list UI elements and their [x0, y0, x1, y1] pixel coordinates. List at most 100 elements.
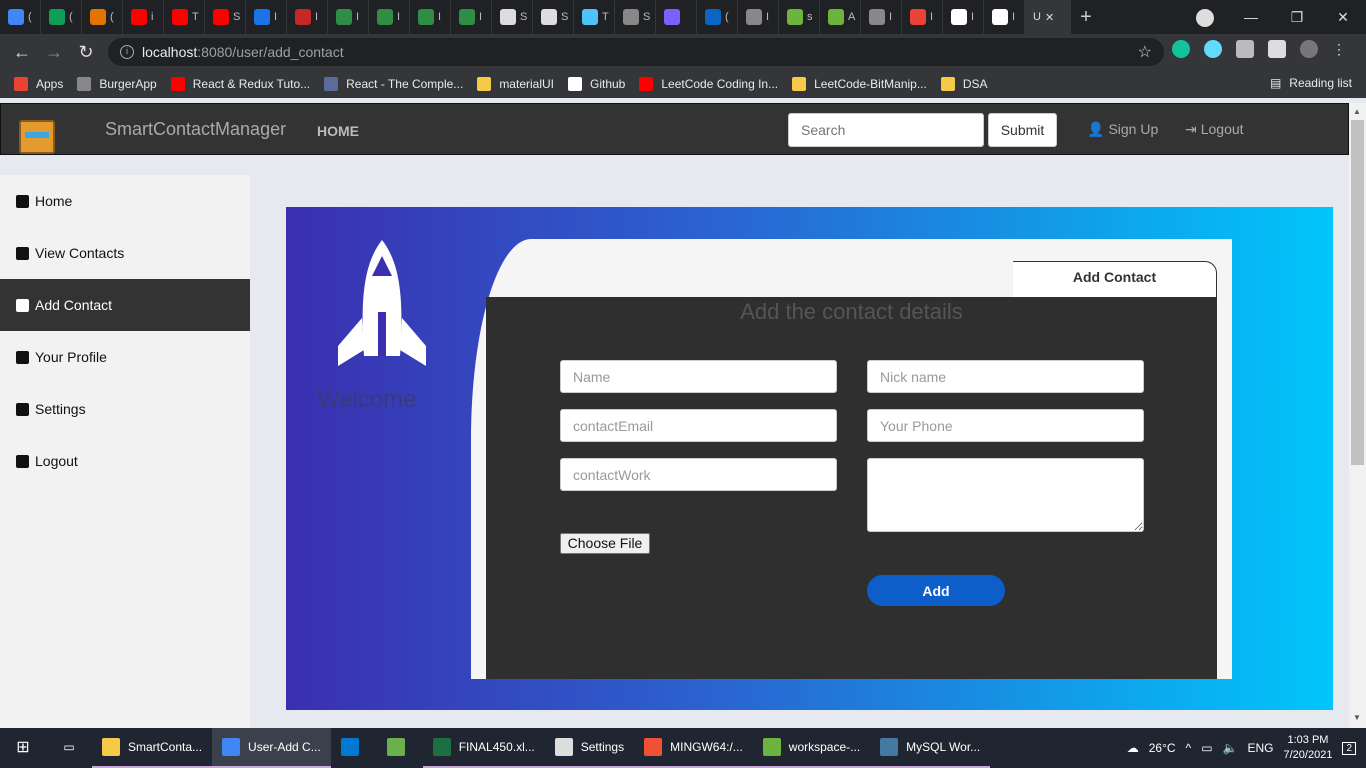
browser-tab[interactable]: i	[123, 0, 164, 34]
submit-button[interactable]: Submit	[988, 113, 1057, 147]
browser-tab-active[interactable]: U ✕	[1025, 0, 1071, 34]
sidebar-item-your-profile[interactable]: Your Profile	[0, 331, 250, 383]
language[interactable]: ENG	[1247, 741, 1273, 755]
browser-tab[interactable]: S	[205, 0, 246, 34]
bookmark-item[interactable]: Apps	[14, 77, 63, 91]
extension-page-icon[interactable]	[1236, 40, 1254, 58]
email-field[interactable]	[560, 409, 837, 442]
browser-tab[interactable]: I	[328, 0, 369, 34]
bookmark-item[interactable]: Github	[568, 77, 625, 91]
notifications-icon[interactable]: 2	[1342, 741, 1356, 755]
signup-link[interactable]: 👤 Sign Up	[1087, 121, 1158, 138]
browser-tab[interactable]: I	[287, 0, 328, 34]
browser-tab[interactable]: T	[164, 0, 205, 34]
browser-tab[interactable]: (	[0, 0, 41, 34]
sidebar-item-add-contact[interactable]: Add Contact	[0, 279, 250, 331]
chevron-up-icon[interactable]: ^	[1186, 741, 1192, 755]
taskbar-item[interactable]: SmartConta...	[92, 728, 213, 768]
grammarly-icon[interactable]	[1172, 40, 1190, 58]
profile-avatar[interactable]	[1300, 40, 1318, 58]
close-window-icon[interactable]: ✕	[1320, 9, 1366, 26]
scroll-down-icon[interactable]: ▼	[1353, 713, 1361, 722]
taskbar-item[interactable]	[331, 728, 377, 768]
taskbar-item[interactable]: MINGW64:/...	[634, 728, 753, 768]
taskbar-item[interactable]: FINAL450.xl...	[422, 728, 545, 768]
url-input[interactable]: i localhost:8080/user/add_contact ☆	[108, 38, 1164, 66]
add-contact-tab[interactable]: Add Contact	[1013, 261, 1217, 297]
reading-list[interactable]: ▤ Reading list	[1270, 76, 1352, 90]
browser-tab[interactable]: I	[738, 0, 779, 34]
bookmark-item[interactable]: React - The Comple...	[324, 77, 463, 91]
browser-tab[interactable]	[656, 0, 697, 34]
tab-search-icon[interactable]	[1196, 9, 1214, 27]
browser-tab[interactable]: I	[943, 0, 984, 34]
taskbar-item[interactable]: workspace-...	[752, 728, 871, 768]
taskbar-item[interactable]	[377, 728, 423, 768]
browser-tab[interactable]: (	[82, 0, 123, 34]
search-input[interactable]	[788, 113, 984, 147]
site-info-icon[interactable]: i	[120, 45, 134, 59]
nickname-field[interactable]	[867, 360, 1144, 393]
browser-tab[interactable]: I	[984, 0, 1025, 34]
task-view-button[interactable]: ▭	[46, 728, 92, 768]
restore-icon[interactable]: ❐	[1274, 9, 1320, 26]
minimize-icon[interactable]: —	[1228, 9, 1274, 25]
logout-link[interactable]: ⇥ Logout	[1185, 121, 1244, 138]
close-tab-icon[interactable]: ✕	[1045, 11, 1054, 24]
browser-tab[interactable]: (	[697, 0, 738, 34]
react-devtools-icon[interactable]	[1204, 40, 1222, 58]
bookmark-item[interactable]: LeetCode Coding In...	[639, 77, 778, 91]
browser-tab[interactable]: I	[246, 0, 287, 34]
sidebar-item-settings[interactable]: Settings	[0, 383, 250, 435]
scroll-thumb[interactable]	[1351, 120, 1364, 465]
taskbar-item[interactable]: User-Add C...	[212, 728, 331, 768]
sidebar-item-home[interactable]: Home	[0, 175, 250, 227]
temperature[interactable]: 26°C	[1149, 741, 1176, 755]
scroll-up-icon[interactable]: ▲	[1353, 107, 1361, 116]
clock[interactable]: 1:03 PM 7/20/2021	[1284, 733, 1333, 763]
weather-icon[interactable]: ☁	[1127, 741, 1139, 755]
network-icon[interactable]: ▭	[1201, 741, 1212, 755]
work-field[interactable]	[560, 458, 837, 491]
volume-icon[interactable]: 🔈	[1223, 741, 1238, 755]
puzzle-icon[interactable]	[1268, 40, 1286, 58]
app-logo[interactable]	[19, 120, 55, 154]
description-textarea[interactable]	[867, 458, 1144, 532]
phone-field[interactable]	[867, 409, 1144, 442]
sidebar-item-logout[interactable]: Logout	[0, 435, 250, 487]
browser-tab[interactable]: S	[492, 0, 533, 34]
choose-file-button[interactable]: Choose File	[560, 533, 650, 554]
browser-tab[interactable]: I	[451, 0, 492, 34]
browser-tab[interactable]: I	[410, 0, 451, 34]
reload-icon[interactable]: ↻	[70, 42, 102, 63]
bookmark-item[interactable]: DSA	[940, 77, 988, 91]
browser-tab[interactable]: S	[533, 0, 574, 34]
reading-list-label: Reading list	[1289, 76, 1352, 90]
browser-tab[interactable]: (	[41, 0, 82, 34]
bookmark-item[interactable]: React & Redux Tuto...	[170, 77, 310, 91]
page-scrollbar[interactable]: ▲ ▼	[1349, 103, 1366, 728]
browser-tab[interactable]: I	[902, 0, 943, 34]
browser-tab[interactable]: I	[861, 0, 902, 34]
back-icon[interactable]: ←	[6, 42, 38, 63]
bookmark-item[interactable]: BurgerApp	[77, 77, 157, 91]
browser-tab[interactable]: s	[779, 0, 820, 34]
nav-home-link[interactable]: HOME	[317, 123, 359, 139]
name-field[interactable]	[560, 360, 837, 393]
bookmark-item[interactable]: LeetCode-BitManip...	[792, 77, 927, 91]
browser-tab[interactable]: S	[615, 0, 656, 34]
browser-tab[interactable]: I	[369, 0, 410, 34]
forward-icon[interactable]: →	[38, 42, 70, 63]
browser-tab[interactable]: A	[820, 0, 861, 34]
taskbar-item[interactable]: Settings	[544, 728, 635, 768]
taskbar-item[interactable]: MySQL Wor...	[870, 728, 991, 768]
browser-tab[interactable]: T	[574, 0, 615, 34]
start-button[interactable]: ⊞	[0, 728, 46, 768]
brand-name[interactable]: SmartContactManager	[105, 119, 286, 140]
new-tab-icon[interactable]: +	[1071, 6, 1101, 29]
sidebar-item-view-contacts[interactable]: View Contacts	[0, 227, 250, 279]
bookmark-star-icon[interactable]: ☆	[1138, 42, 1152, 62]
menu-icon[interactable]: ⋮	[1332, 40, 1346, 58]
add-button[interactable]: Add	[867, 575, 1005, 606]
bookmark-item[interactable]: materialUI	[477, 77, 554, 91]
